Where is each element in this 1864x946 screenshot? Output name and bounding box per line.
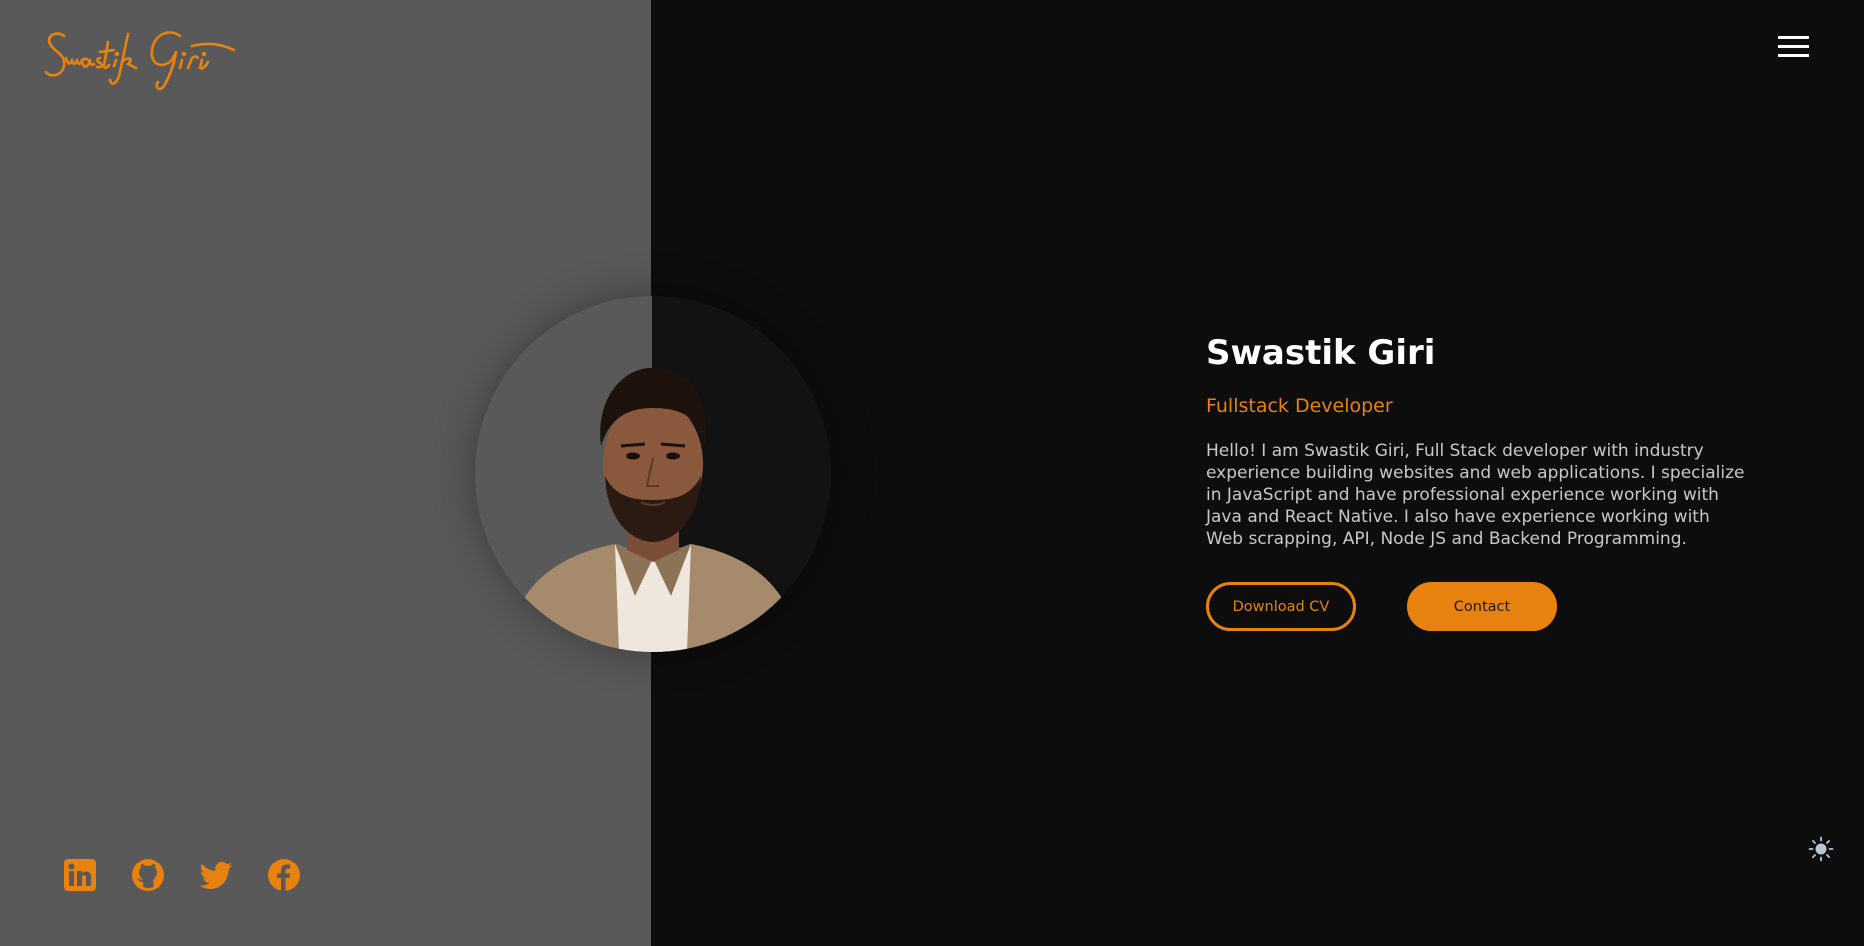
facebook-icon[interactable]: [267, 858, 301, 892]
hero-buttons: Download CV Contact: [1206, 582, 1751, 631]
linkedin-icon[interactable]: [63, 858, 97, 892]
social-links: [63, 858, 301, 892]
download-cv-button[interactable]: Download CV: [1206, 582, 1356, 631]
menu-line: [1778, 45, 1809, 48]
hamburger-menu-icon: [1778, 36, 1809, 39]
hero-section: Swastik Giri Fullstack Developer Hello! …: [1206, 330, 1751, 631]
profile-photo: [475, 296, 831, 652]
twitter-icon[interactable]: [199, 858, 233, 892]
sun-icon[interactable]: [1808, 836, 1834, 862]
hero-bio: Hello! I am Swastik Giri, Full Stack dev…: [1206, 441, 1745, 549]
github-icon[interactable]: [131, 858, 165, 892]
hero-role: Fullstack Developer: [1206, 395, 1393, 417]
profile-portrait-image: [475, 296, 831, 652]
menu-button[interactable]: [1778, 36, 1810, 62]
hero-name: Swastik Giri: [1206, 333, 1436, 373]
menu-line: [1778, 54, 1809, 57]
logo-signature-icon: [44, 31, 236, 91]
contact-button[interactable]: Contact: [1407, 582, 1557, 631]
logo[interactable]: [42, 16, 242, 92]
